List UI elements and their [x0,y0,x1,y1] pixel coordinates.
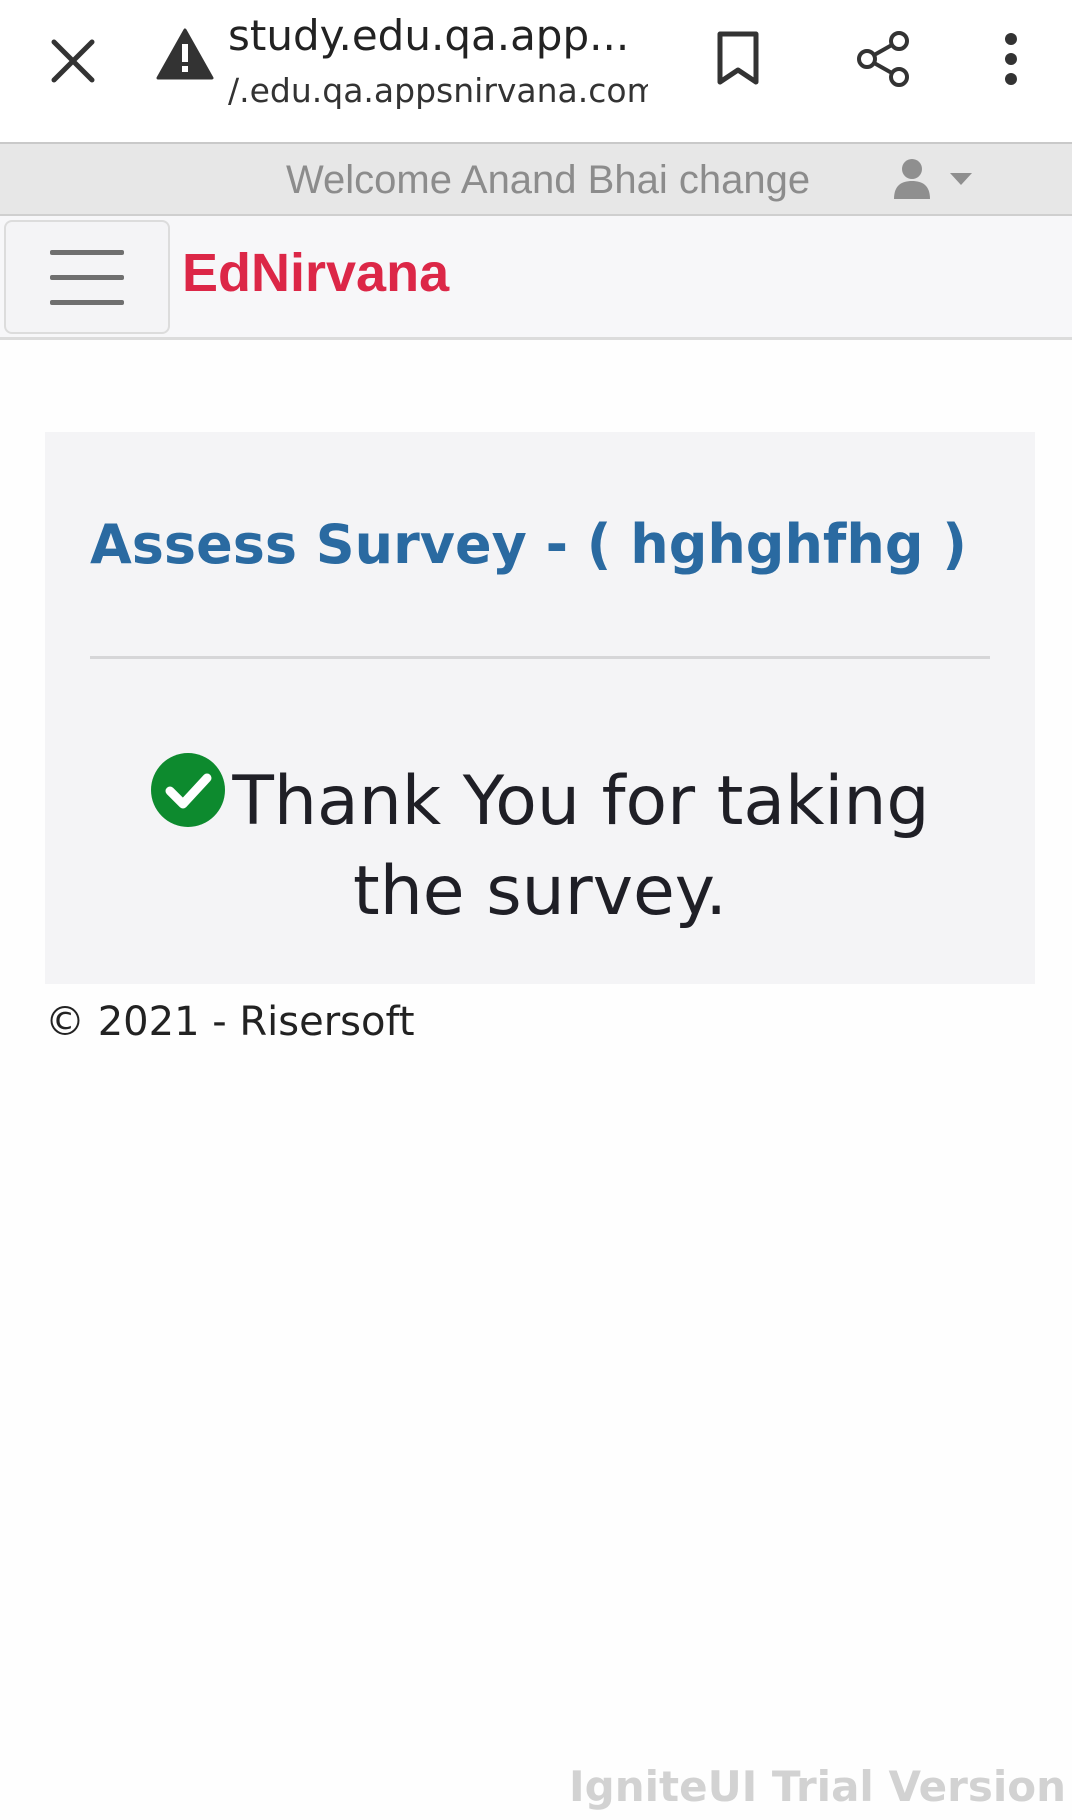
caret-down-icon [950,173,972,185]
browser-toolbar: study.edu.qa.app... /.edu.qa.appsnirvana… [0,0,1072,142]
user-icon [894,159,930,199]
close-tab-button[interactable] [40,28,106,94]
menu-toggle-button[interactable] [4,220,170,334]
thank-you-text: Thank You for taking the survey. [232,762,930,931]
more-vert-icon [1005,33,1017,85]
welcome-text[interactable]: Welcome Anand Bhai change [286,156,810,204]
brand-logo[interactable]: EdNirvana [182,242,449,304]
warning-icon[interactable] [156,28,214,80]
user-menu-dropdown[interactable] [892,154,1002,204]
trial-watermark: IgniteUI Trial Version [569,1762,1066,1811]
more-options-button[interactable] [988,24,1034,94]
navbar: EdNirvana [0,216,1072,340]
hamburger-icon-bar [50,274,124,280]
url-subtitle[interactable]: /.edu.qa.appsnirvana.com [228,70,648,112]
survey-title: Assess Survey - ( hghghfhg ) [90,513,967,576]
divider [90,656,990,659]
welcome-bar: Welcome Anand Bhai change [0,142,1072,216]
footer-copyright: © 2021 - Risersoft [45,999,415,1045]
thank-you-message: Thank You for taking the survey. [85,752,995,937]
url-title[interactable]: study.edu.qa.app... [228,10,648,62]
check-circle-icon [151,753,226,827]
share-button[interactable] [848,24,918,94]
bookmark-button[interactable] [706,26,770,90]
close-icon [51,39,95,83]
hamburger-icon-bar [50,299,124,305]
share-icon [857,31,909,87]
bookmark-icon [717,31,759,85]
hamburger-icon [50,249,124,255]
survey-card: Assess Survey - ( hghghfhg ) Thank You f… [45,432,1035,984]
